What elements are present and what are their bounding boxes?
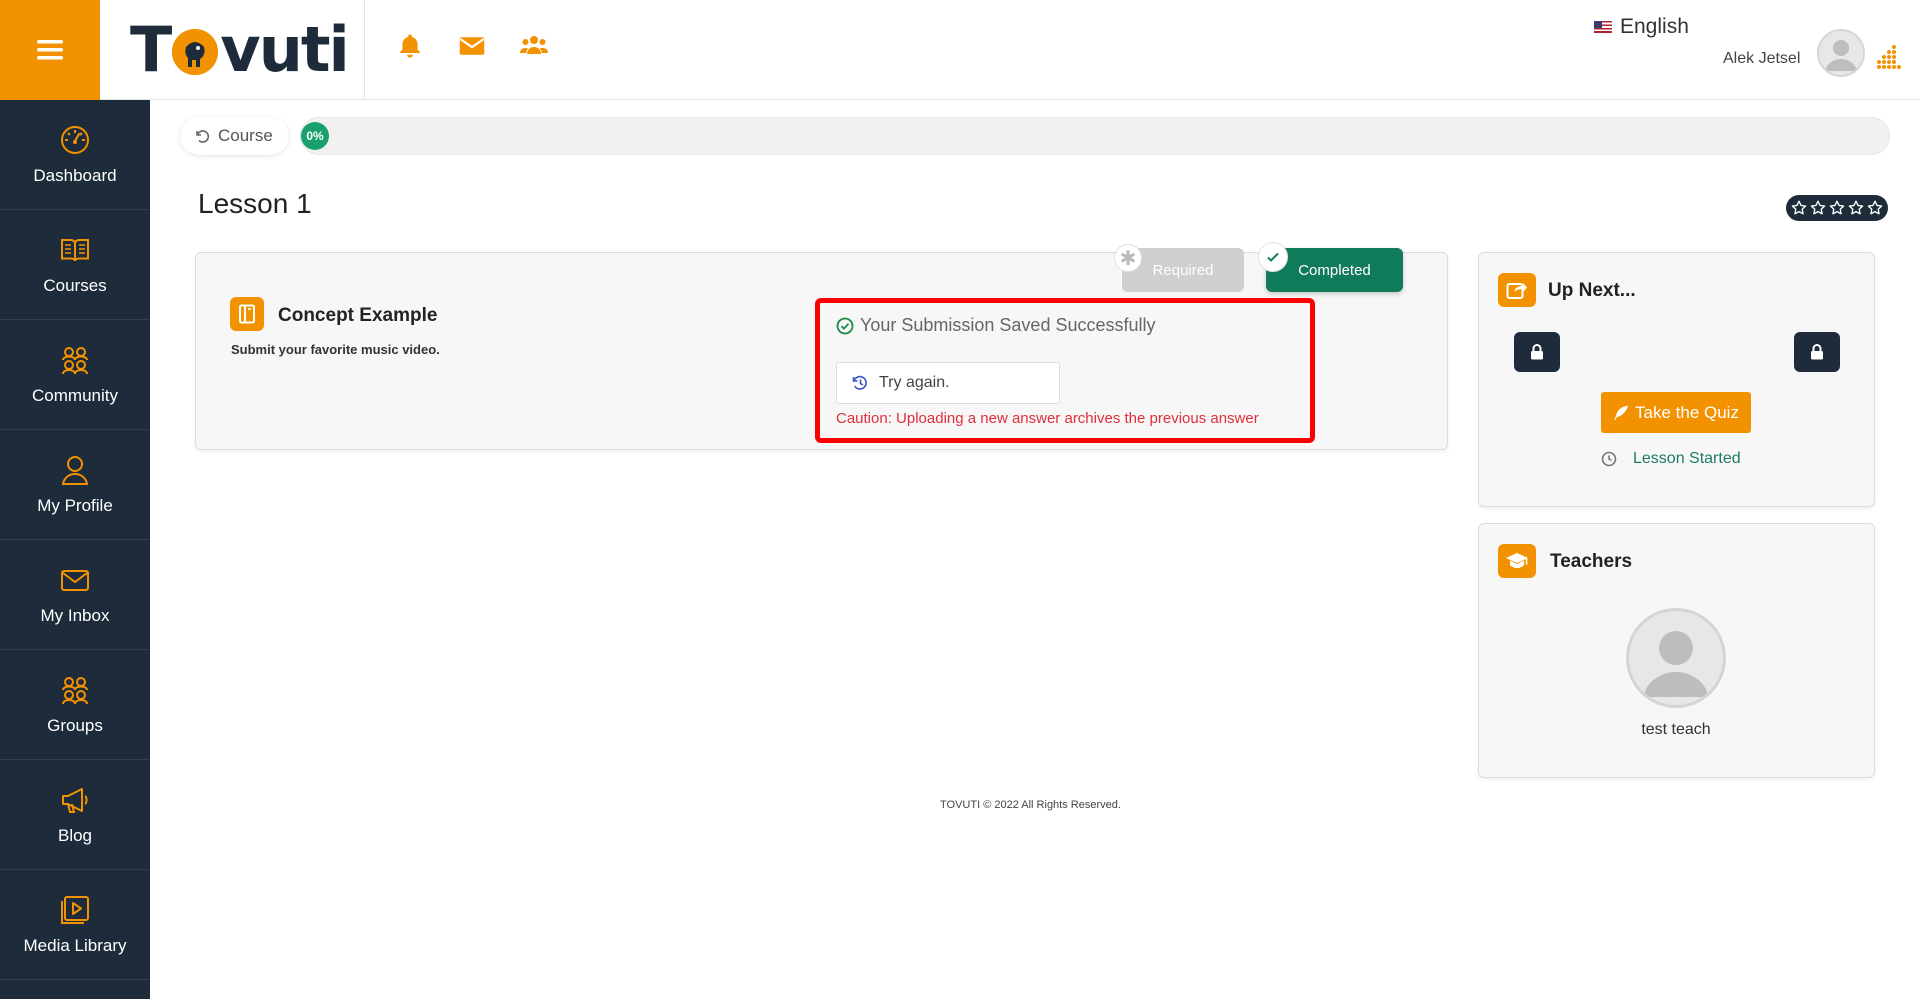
groups-icon (62, 676, 88, 704)
sidebar-item-media-library[interactable]: Media Library (0, 870, 150, 980)
top-bar: T vuti English Alek Jetsel (0, 0, 1920, 100)
asterisk-icon: ✱ (1114, 244, 1142, 272)
course-label: Course (218, 126, 273, 145)
header-quick-icons (396, 32, 548, 60)
sidebar-item-courses[interactable]: Courses (0, 210, 150, 320)
teachers-title: Teachers (1550, 551, 1633, 572)
submission-status: Your Submission Saved Successfully (836, 315, 1156, 336)
check-icon (1258, 242, 1288, 272)
sidebar-item-label: Dashboard (33, 165, 117, 185)
bell-icon[interactable] (396, 32, 424, 60)
megaphone-icon (62, 787, 88, 813)
history-icon (852, 375, 867, 390)
user-icon (61, 455, 89, 485)
try-again-button[interactable]: Try again. (836, 362, 1060, 404)
concept-title: Concept Example (278, 305, 438, 326)
sidebar-item-my-inbox[interactable]: My Inbox (0, 540, 150, 650)
dashboard-gauge-icon (61, 125, 89, 154)
sidebar-item-dashboard[interactable]: Dashboard (0, 100, 150, 210)
sidebar-item-label: My Profile (37, 495, 113, 515)
sidebar-item-label: Blog (57, 825, 93, 845)
course-progress-bar (300, 117, 1890, 155)
caution-message: Caution: Uploading a new answer archives… (836, 410, 1259, 427)
hamburger-icon (37, 40, 63, 60)
sidebar-item-community[interactable]: Community (0, 320, 150, 430)
star-outline-icon[interactable] (1828, 199, 1846, 217)
lesson-rating[interactable] (1786, 195, 1888, 221)
tovuti-logo[interactable]: T vuti (130, 12, 350, 86)
sidebar-nav: Dashboard Courses Community My Profile M… (0, 100, 150, 999)
apps-grid-icon[interactable] (1876, 44, 1902, 70)
take-quiz-button[interactable]: Take the Quiz (1601, 392, 1751, 433)
required-button[interactable]: ✱ Required (1114, 244, 1244, 292)
book-open-icon (61, 238, 89, 261)
take-quiz-label: Take the Quiz (1635, 402, 1739, 422)
us-flag-icon (1594, 21, 1612, 33)
envelope-icon (61, 569, 89, 591)
graduation-cap-icon (1498, 544, 1536, 578)
sidebar-item-label: Groups (47, 715, 103, 735)
course-progress-row: Course 0% (180, 115, 1890, 157)
star-outline-icon[interactable] (1847, 199, 1865, 217)
up-next-card (1478, 252, 1875, 507)
try-again-label: Try again. (879, 374, 950, 391)
language-selector[interactable]: English (1594, 15, 1689, 39)
footer-copyright: TOVUTI © 2022 All Rights Reserved. (940, 799, 1121, 811)
teacher-avatar[interactable] (1626, 608, 1726, 708)
star-outline-icon[interactable] (1866, 199, 1884, 217)
sidebar-item-label: Community (32, 385, 118, 405)
user-name[interactable]: Alek Jetsel (1723, 50, 1800, 68)
up-next-title: Up Next... (1548, 280, 1636, 301)
feather-pen-icon (1614, 405, 1629, 420)
logo-text-left: T (130, 12, 172, 86)
envelope-icon[interactable] (458, 32, 486, 60)
sidebar-item-label: Courses (43, 275, 107, 295)
user-avatar[interactable] (1817, 29, 1865, 77)
next-lesson-locked-button[interactable] (1794, 332, 1840, 372)
sidebar-item-my-profile[interactable]: My Profile (0, 430, 150, 540)
default-avatar-icon (1629, 611, 1723, 705)
logo-elephant-icon (172, 29, 219, 75)
check-circle-icon (836, 317, 854, 334)
teacher-name[interactable]: test teach (1626, 721, 1726, 739)
community-users-icon (62, 346, 88, 374)
back-to-course-button[interactable]: Course (180, 117, 289, 155)
lesson-title: Lesson 1 (198, 188, 312, 219)
lock-icon (1811, 344, 1823, 360)
lock-icon (1531, 344, 1543, 360)
language-label: English (1620, 15, 1689, 38)
sidebar-item-groups[interactable]: Groups (0, 650, 150, 760)
media-library-icon (61, 895, 89, 924)
sidebar-item-label: My Inbox (40, 605, 110, 625)
completed-label: Completed (1298, 261, 1371, 279)
users-group-icon[interactable] (520, 32, 548, 60)
progress-percent-badge: 0% (301, 122, 329, 150)
sidebar-item-label: Media Library (23, 935, 127, 955)
default-avatar-icon (1819, 31, 1863, 75)
star-outline-icon[interactable] (1790, 199, 1808, 217)
undo-arrow-icon (196, 130, 210, 143)
submission-status-text: Your Submission Saved Successfully (860, 315, 1156, 335)
sidebar-item-blog[interactable]: Blog (0, 760, 150, 870)
lesson-started-text: Lesson Started (1633, 450, 1741, 467)
previous-lesson-locked-button[interactable] (1514, 332, 1560, 372)
completed-button[interactable]: Completed (1258, 242, 1403, 292)
header-divider (364, 0, 365, 100)
required-label: Required (1152, 261, 1214, 279)
star-outline-icon[interactable] (1809, 199, 1827, 217)
logo-text-right: vuti (220, 12, 349, 86)
concept-description: Submit your favorite music video. (231, 342, 440, 357)
clock-icon (1601, 451, 1617, 467)
lesson-status-buttons: ✱ Required Completed (1114, 242, 1410, 294)
share-icon (1498, 273, 1536, 307)
concept-book-icon (230, 297, 264, 331)
hamburger-menu-button[interactable] (0, 0, 100, 100)
lesson-status-indicator: Lesson Started (1601, 450, 1741, 468)
